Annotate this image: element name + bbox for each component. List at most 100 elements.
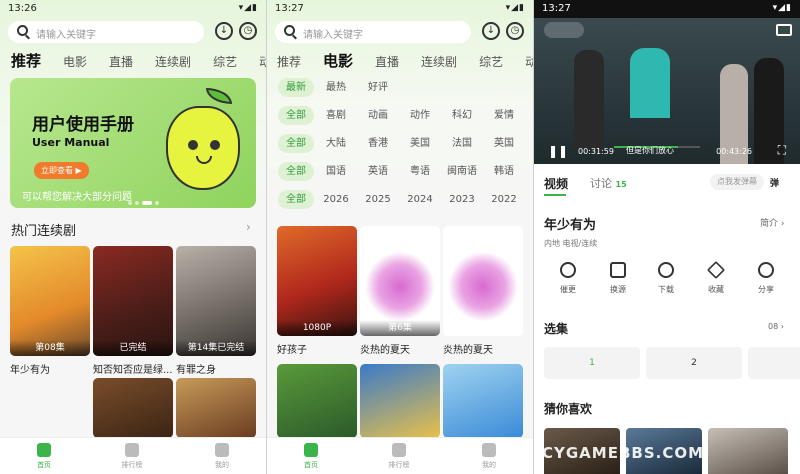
nav-me[interactable]: 我的 <box>459 443 519 470</box>
video-meta: 内地 电视/连续 <box>544 239 598 248</box>
intro-link[interactable]: 简介 › <box>760 216 784 229</box>
cast-icon[interactable] <box>776 24 792 36</box>
list-item[interactable] <box>360 364 440 438</box>
fullscreen-icon[interactable]: ⛶ <box>778 143 786 158</box>
tab-discuss[interactable]: 讨论 15 <box>590 175 627 191</box>
tab-recommend[interactable]: 推荐 <box>11 50 41 71</box>
filter-chip[interactable]: 爱情 <box>484 106 524 125</box>
list-item[interactable] <box>176 378 256 438</box>
filter-chip[interactable]: 2025 <box>358 190 398 209</box>
nav-home[interactable]: 首页 <box>14 443 74 470</box>
list-item[interactable]: 第6集 炎热的夏天 <box>360 226 440 356</box>
tab-series[interactable]: 连续剧 <box>155 53 191 70</box>
filter-chip[interactable]: 粤语 <box>400 162 440 181</box>
filter-chip[interactable]: 最新 <box>278 78 314 97</box>
filter-chip[interactable]: 英国 <box>484 134 524 153</box>
comment-count: 15 <box>615 180 627 189</box>
clock: 13:27 <box>275 3 304 14</box>
filter-chip[interactable]: 2023 <box>442 190 482 209</box>
list-item[interactable]: 第08集 年少有为 <box>10 246 90 376</box>
list-item[interactable]: 第14集已完结 有罪之身 <box>176 246 256 376</box>
tab-series[interactable]: 连续剧 <box>421 53 457 70</box>
back-button[interactable] <box>544 22 584 38</box>
view-now-button[interactable]: 立即查看 ▶ <box>34 162 89 179</box>
tab-live[interactable]: 直播 <box>109 53 133 70</box>
danmu-toggle-icon[interactable]: 弹 <box>770 176 779 189</box>
search-placeholder: 请输入关键字 <box>36 30 96 41</box>
tab-variety[interactable]: 综艺 <box>479 53 503 70</box>
search-input[interactable]: 请输入关键字 <box>8 21 204 43</box>
tab-movie[interactable]: 电影 <box>323 50 353 71</box>
filter-chip[interactable]: 2024 <box>400 190 440 209</box>
share-button[interactable]: 分享 <box>748 262 784 295</box>
episode-button[interactable]: 2 <box>646 347 742 379</box>
pause-icon[interactable]: ❚❚ <box>548 144 568 158</box>
filter-chip[interactable]: 香港 <box>358 134 398 153</box>
video-player[interactable]: ❚❚ 00:31:59 但是你们放心 00:43:26 ⛶ <box>534 18 800 164</box>
filter-chip[interactable]: 全部 <box>278 106 314 125</box>
episode-button[interactable]: 1 <box>544 347 640 379</box>
nav-ranking-label: 排行榜 <box>121 461 143 469</box>
episode-button[interactable] <box>748 347 800 379</box>
search-input[interactable]: 请输入关键字 <box>275 21 471 43</box>
filter-chip[interactable]: 日 <box>526 134 533 153</box>
filter-chip[interactable]: 喜剧 <box>316 106 356 125</box>
episode-badge: 第6集 <box>360 320 440 336</box>
nav-ranking[interactable]: 排行榜 <box>102 443 162 470</box>
filter-chip[interactable]: 好评 <box>358 78 398 97</box>
tab-live[interactable]: 直播 <box>375 53 399 70</box>
chevron-right-icon[interactable]: › <box>246 220 251 234</box>
danmu-input[interactable]: 点我发弹幕 <box>710 174 764 190</box>
filter-chip[interactable]: 闽南语 <box>442 162 482 181</box>
tab-recommend[interactable]: 推荐 <box>277 53 301 70</box>
list-item[interactable]: 1080P 好孩子 <box>277 226 357 356</box>
filter-chip[interactable]: 英语 <box>358 162 398 181</box>
tab-anime[interactable]: 动漫 <box>525 53 533 70</box>
filter-chip[interactable]: 悬 <box>526 106 533 125</box>
filter-chip[interactable]: 大陆 <box>316 134 356 153</box>
download-icon <box>658 262 674 278</box>
tab-movie[interactable]: 电影 <box>63 53 87 70</box>
list-item[interactable]: 炎热的夏天 <box>443 226 523 356</box>
history-icon[interactable]: ◷ <box>239 22 257 40</box>
filter-chip[interactable]: 美国 <box>400 134 440 153</box>
list-item[interactable] <box>443 364 523 438</box>
filter-chip[interactable]: 科幻 <box>442 106 482 125</box>
history-icon[interactable]: ◷ <box>506 22 524 40</box>
list-item[interactable]: 已完结 知否知否应是绿... <box>93 246 173 376</box>
favorite-button[interactable]: 收藏 <box>698 260 734 295</box>
banner-note: 可以帮您解决大部分问题 <box>22 192 132 203</box>
nav-home[interactable]: 首页 <box>281 443 341 470</box>
action-label: 下载 <box>658 285 674 294</box>
filter-chip[interactable]: 全部 <box>278 134 314 153</box>
manual-banner[interactable]: 用户使用手册 User Manual 立即查看 ▶ 可以帮您解决大部分问题 <box>10 78 256 208</box>
tab-anime[interactable]: 动漫 <box>259 53 266 70</box>
download-icon[interactable]: ↓ <box>215 22 233 40</box>
tab-variety[interactable]: 综艺 <box>213 53 237 70</box>
filter-chip[interactable]: 法国 <box>442 134 482 153</box>
update-request-button[interactable]: 催更 <box>550 262 586 295</box>
filter-chip[interactable]: 最热 <box>316 78 356 97</box>
nav-me[interactable]: 我的 <box>192 443 252 470</box>
filter-chip[interactable]: 2026 <box>316 190 356 209</box>
tab-video[interactable]: 视频 <box>544 175 568 192</box>
nav-ranking[interactable]: 排行榜 <box>369 443 429 470</box>
filter-chip[interactable]: 2022 <box>484 190 524 209</box>
filter-chip[interactable]: 韩语 <box>484 162 524 181</box>
list-item[interactable] <box>93 378 173 438</box>
carousel-dots <box>128 190 162 208</box>
filter-chip[interactable]: 全部 <box>278 162 314 181</box>
year-filter: 全部 2026 2025 2024 2023 2022 <box>267 190 524 209</box>
episodes-more[interactable]: 08 › <box>768 322 784 331</box>
filter-chip[interactable]: 国语 <box>316 162 356 181</box>
search-icon <box>17 25 28 36</box>
filter-chip[interactable]: 全部 <box>278 190 314 209</box>
filter-chip[interactable]: 动画 <box>358 106 398 125</box>
download-icon[interactable]: ↓ <box>482 22 500 40</box>
filter-chip[interactable]: 动作 <box>400 106 440 125</box>
recommend-item[interactable] <box>708 428 788 474</box>
switch-source-button[interactable]: 换源 <box>600 262 636 295</box>
list-item[interactable] <box>277 364 357 438</box>
action-label: 催更 <box>560 285 576 294</box>
download-button[interactable]: 下载 <box>648 262 684 295</box>
